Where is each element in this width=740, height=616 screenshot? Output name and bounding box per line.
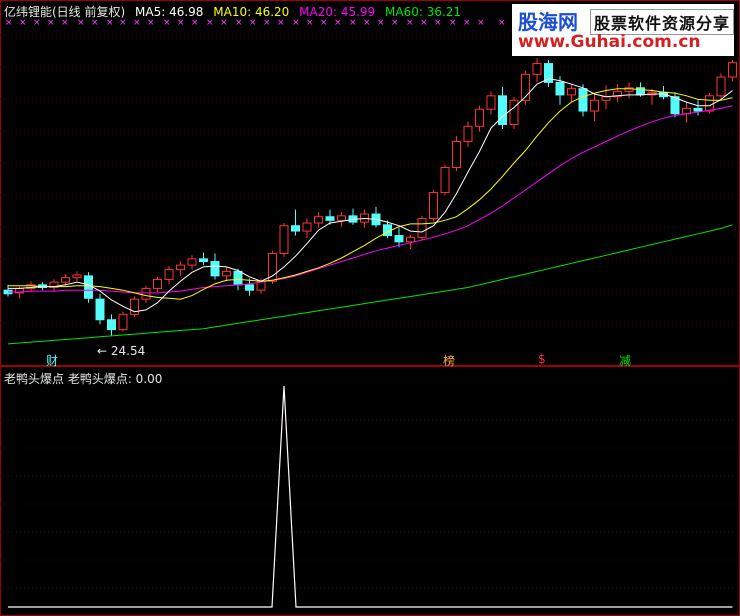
candle-body	[693, 107, 703, 112]
ma20-line	[8, 105, 733, 294]
candle-body	[141, 287, 151, 300]
candle-body	[302, 222, 312, 232]
kline-chart: ××××××××××××××××××××××××××××××××××××××××…	[0, 0, 740, 616]
candle-body	[555, 81, 565, 96]
event-jian[interactable]: 减	[619, 352, 631, 369]
candle-body	[210, 261, 220, 277]
candle-body	[187, 258, 197, 266]
candle-body	[84, 275, 93, 299]
candle-body	[314, 216, 323, 224]
candle-body	[486, 95, 496, 110]
candle-body	[95, 298, 105, 321]
candle-body	[475, 108, 484, 127]
candle-body	[670, 96, 680, 115]
candle-body	[337, 215, 346, 221]
candle-body	[601, 96, 611, 101]
candle-body	[590, 99, 599, 112]
stock-title: 亿纬锂能(日线 前复权)	[4, 5, 126, 19]
candle-body	[291, 225, 300, 232]
signal-marker: ×	[477, 18, 485, 28]
main-legend: 亿纬锂能(日线 前复权) MA5: 46.98 MA10: 46.20 MA20…	[4, 3, 467, 20]
candle-body	[72, 274, 82, 279]
candle-body	[222, 270, 231, 277]
candle-body	[636, 87, 645, 96]
indicator-title: 老鸭头爆点 老鸭头爆点: 0.00	[4, 372, 163, 386]
candle-body	[325, 216, 335, 221]
candle-body	[61, 277, 70, 283]
indicator-line	[8, 385, 733, 608]
low-price-label: ← 24.54	[97, 344, 146, 358]
logo-url: www.Guhai.com.cn	[518, 32, 701, 52]
event-bang[interactable]: 榜	[443, 352, 455, 369]
candle-body	[429, 192, 438, 220]
candle-body	[153, 278, 162, 289]
candle-body	[440, 166, 450, 194]
candle-body	[498, 95, 507, 125]
candle-body	[176, 264, 185, 271]
candle-body	[394, 235, 404, 243]
candle-body	[118, 313, 128, 331]
ma60-line	[7, 224, 733, 345]
legend-ma10: MA10: 46.20	[213, 5, 290, 19]
candle-body	[705, 95, 714, 112]
candle-body	[532, 63, 542, 75]
signal-marker: ×	[498, 18, 506, 28]
candle-body	[406, 236, 415, 243]
candle-body	[463, 125, 473, 143]
legend-ma60: MA60: 36.21	[385, 5, 462, 19]
candle-body	[716, 76, 726, 97]
candle-body	[509, 99, 519, 125]
candle-body	[233, 270, 243, 286]
guhai-logo: 股海网 股票软件资源分享 www.Guhai.com.cn	[512, 4, 734, 56]
logo-site: 股海网	[518, 10, 578, 34]
candle-body	[164, 269, 174, 280]
candle-body	[417, 218, 427, 238]
legend-ma20: MA20: 45.99	[299, 5, 376, 19]
chart-window: { "header": { "stock": "亿纬锂能(日线 前复权)", "…	[0, 0, 740, 616]
ma10-line	[8, 88, 733, 300]
candle-body	[578, 88, 588, 112]
candle-body	[199, 258, 208, 263]
candle-body	[567, 88, 576, 96]
candle-body	[279, 225, 289, 254]
event-dollar[interactable]: $	[538, 352, 546, 366]
candle-body	[728, 62, 737, 78]
legend-ma5: MA5: 46.98	[135, 5, 204, 19]
candle-body	[107, 319, 116, 331]
event-cai[interactable]: 财	[46, 352, 58, 369]
candle-body	[452, 141, 461, 168]
candle-body	[245, 284, 254, 291]
